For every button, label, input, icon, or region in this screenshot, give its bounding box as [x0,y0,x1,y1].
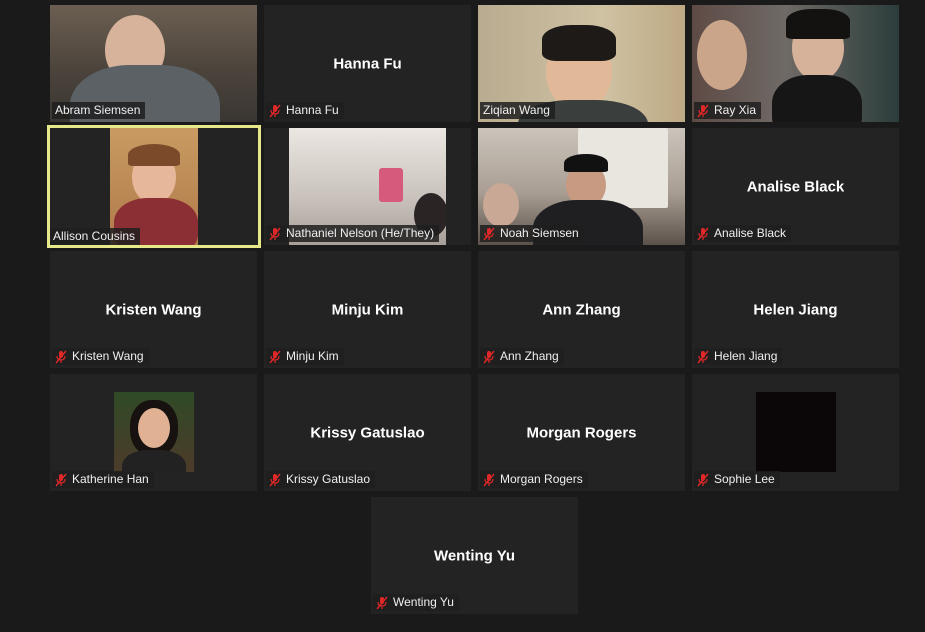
participant-name: Hanna Fu [286,103,339,117]
participant-name-label: Kristen Wang [52,348,149,365]
participant-name-label: Analise Black [694,225,792,242]
participant-name-label: Nathaniel Nelson (He/They) [266,225,440,242]
participant-name-label: Morgan Rogers [480,471,588,488]
participant-name: Nathaniel Nelson (He/They) [286,226,435,240]
mic-off-icon [269,104,281,117]
participant-name: Katherine Han [72,472,149,486]
mic-off-icon [55,350,67,363]
participant-display-name: Ann Zhang [542,301,621,318]
participant-name: Krissy Gatuslao [286,472,371,486]
participant-name: Morgan Rogers [500,472,583,486]
participant-tile[interactable]: Krissy Gatuslao Krissy Gatuslao [264,374,471,491]
participant-tile[interactable]: Nathaniel Nelson (He/They) [264,128,471,245]
mic-off-icon [269,350,281,363]
participant-tile[interactable]: Hanna Fu Hanna Fu [264,5,471,122]
participant-tile[interactable]: Ziqian Wang [478,5,685,122]
participant-tile[interactable]: Morgan Rogers Morgan Rogers [478,374,685,491]
participant-tile[interactable]: Wenting Yu Wenting Yu [371,497,578,614]
participant-name: Allison Cousins [53,229,136,243]
participant-tile[interactable]: Abram Siemsen [50,5,257,122]
participant-tile[interactable]: Katherine Han [50,374,257,491]
mic-off-icon [697,227,709,240]
participant-display-name: Helen Jiang [753,301,838,318]
participant-display-name: Minju Kim [331,301,404,318]
participant-name-label: Katherine Han [52,471,154,488]
participant-name: Helen Jiang [714,349,778,363]
participant-name: Ray Xia [714,103,757,117]
mic-off-icon [483,227,495,240]
participant-display-name: Kristen Wang [105,301,202,318]
participant-display-name: Krissy Gatuslao [310,424,425,441]
mic-off-icon [697,473,709,486]
participant-display-name: Hanna Fu [333,55,402,72]
participant-display-name: Morgan Rogers [526,424,637,441]
participant-name-label: Wenting Yu [373,594,459,611]
participant-name-label: Abram Siemsen [52,102,146,119]
participant-name-label: Minju Kim [266,348,344,365]
participant-name: Minju Kim [286,349,339,363]
participant-tile[interactable]: Minju Kim Minju Kim [264,251,471,368]
participant-name: Analise Black [714,226,787,240]
mic-off-icon [376,596,388,609]
participant-name-label: Ray Xia [694,102,762,119]
mic-off-icon [697,350,709,363]
mic-off-icon [55,473,67,486]
participant-name: Wenting Yu [393,595,454,609]
gallery-view: Abram Siemsen Hanna Fu Hanna Fu Ziqian W… [0,0,925,632]
participant-tile[interactable]: Ray Xia [692,5,899,122]
participant-tile-active-speaker[interactable]: Allison Cousins [47,125,261,248]
participant-tile[interactable]: Ann Zhang Ann Zhang [478,251,685,368]
mic-off-icon [269,473,281,486]
participant-name: Sophie Lee [714,472,775,486]
mic-off-icon [483,350,495,363]
participant-tile[interactable]: Kristen Wang Kristen Wang [50,251,257,368]
participant-name-label: Helen Jiang [694,348,783,365]
participant-display-name: Analise Black [746,178,845,195]
participant-name-label: Noah Siemsen [480,225,584,242]
participant-name: Ziqian Wang [483,103,550,117]
participant-name: Noah Siemsen [500,226,579,240]
participant-name-label: Allison Cousins [50,228,141,245]
participant-video [756,392,836,472]
participant-name-label: Krissy Gatuslao [266,471,376,488]
participant-name-label: Sophie Lee [694,471,780,488]
participant-name: Kristen Wang [72,349,144,363]
participant-tile[interactable]: Noah Siemsen [478,128,685,245]
mic-off-icon [697,104,709,117]
participant-display-name: Wenting Yu [433,547,516,564]
mic-off-icon [483,473,495,486]
participant-tile[interactable]: Helen Jiang Helen Jiang [692,251,899,368]
participant-tile[interactable]: Sophie Lee [692,374,899,491]
mic-off-icon [269,227,281,240]
participant-tile[interactable]: Analise Black Analise Black [692,128,899,245]
participant-name-label: Hanna Fu [266,102,344,119]
participant-name-label: Ann Zhang [480,348,564,365]
participant-name-label: Ziqian Wang [480,102,555,119]
participant-name: Abram Siemsen [55,103,141,117]
participant-profile-photo [114,392,194,472]
participant-name: Ann Zhang [500,349,559,363]
